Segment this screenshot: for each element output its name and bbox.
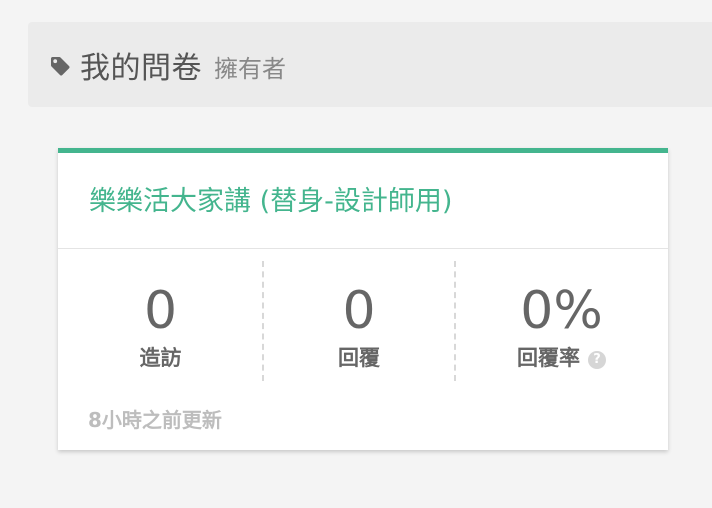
visits-label: 造訪 <box>139 346 182 370</box>
visits-count: 0 <box>143 281 178 341</box>
responses-count: 0 <box>342 281 376 341</box>
response-rate-stat: 0% 回覆率? <box>455 249 668 381</box>
updated-time: 8小時之前更新 <box>88 408 222 432</box>
tag-icon <box>48 54 72 78</box>
response-rate-label: 回覆率 <box>517 346 580 370</box>
owner-label: 擁有者 <box>214 55 286 83</box>
response-rate-label-group: 回覆率? <box>517 346 606 370</box>
responses-stat: 0 回覆 <box>263 249 455 381</box>
question-circle-icon[interactable]: ? <box>588 350 606 369</box>
page-title: 我的問卷 <box>80 50 202 86</box>
visits-stat: 0 造訪 <box>58 249 263 381</box>
responses-label: 回覆 <box>338 346 380 370</box>
survey-title-link[interactable]: 樂樂活大家講 (替身-設計師用) <box>89 179 452 218</box>
page-header: 我的問卷 擁有者 <box>28 22 712 107</box>
survey-stats: 0 造訪 0 回覆 0% 回覆率? <box>58 249 668 381</box>
survey-card-header: 樂樂活大家講 (替身-設計師用) <box>58 153 668 249</box>
survey-card: 樂樂活大家講 (替身-設計師用) 0 造訪 0 回覆 0% 回覆率? 8小時之前… <box>58 148 668 450</box>
response-rate-value: 0% <box>520 281 603 341</box>
